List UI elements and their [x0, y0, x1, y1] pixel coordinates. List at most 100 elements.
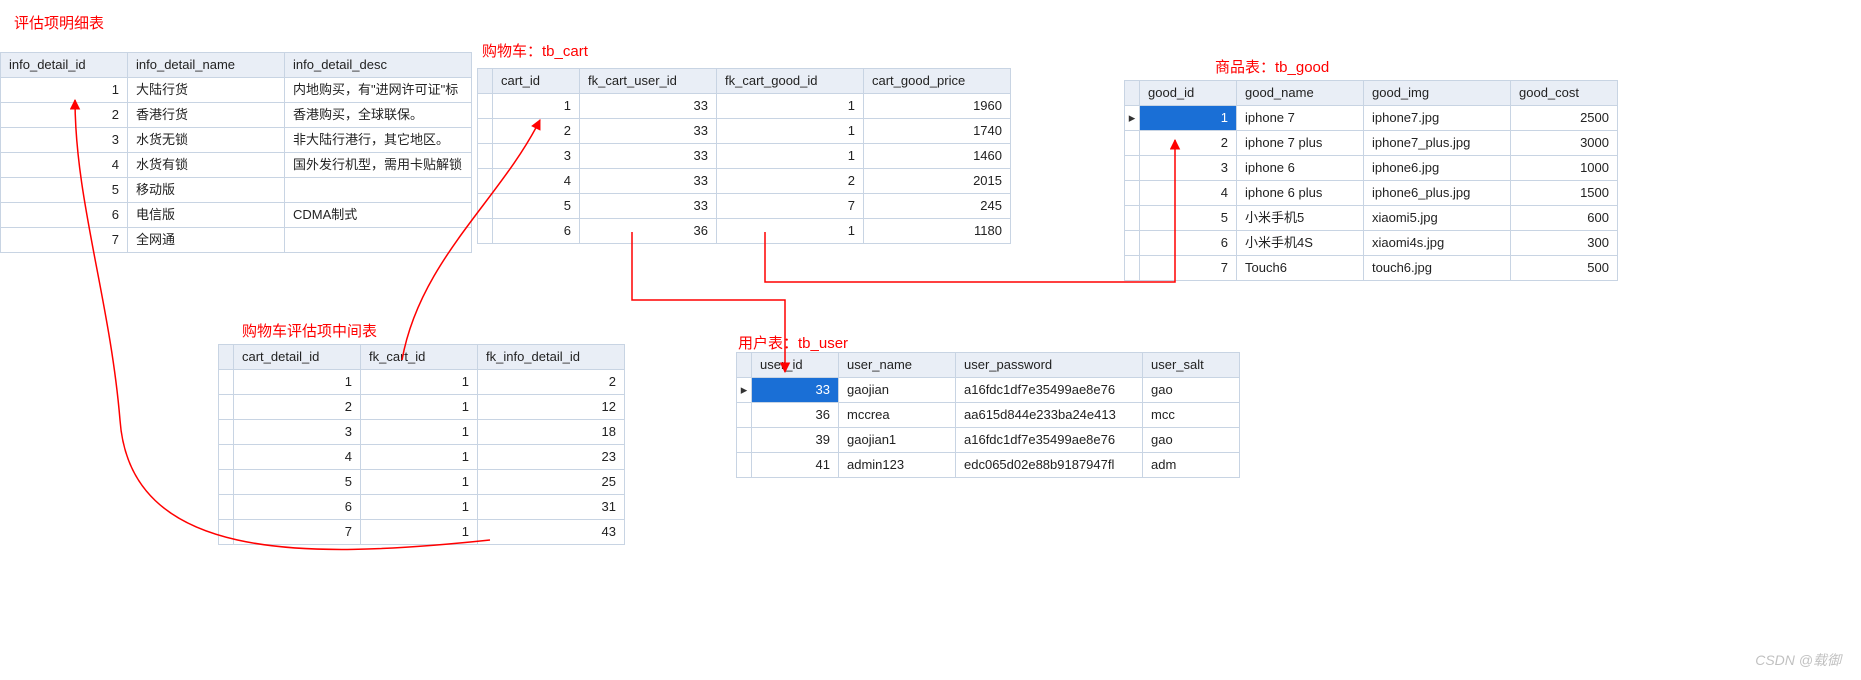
- cell[interactable]: iphone 6 plus: [1237, 181, 1364, 206]
- cell[interactable]: 香港行货: [128, 103, 285, 128]
- cell[interactable]: 5: [1, 178, 128, 203]
- cell[interactable]: 23: [478, 445, 625, 470]
- table-row[interactable]: 41admin123edc065d02e88b9187947fladm: [737, 453, 1240, 478]
- cell[interactable]: 2: [234, 395, 361, 420]
- table-info-detail[interactable]: info_detail_idinfo_detail_nameinfo_detai…: [0, 52, 472, 253]
- cell[interactable]: touch6.jpg: [1364, 256, 1511, 281]
- cell[interactable]: 小米手机4S: [1237, 231, 1364, 256]
- col-user_id[interactable]: user_id: [752, 353, 839, 378]
- cell[interactable]: xiaomi4s.jpg: [1364, 231, 1511, 256]
- cell[interactable]: 3: [493, 144, 580, 169]
- cell[interactable]: 5: [234, 470, 361, 495]
- cell[interactable]: 31: [478, 495, 625, 520]
- cell[interactable]: 1: [717, 94, 864, 119]
- cell[interactable]: 7: [234, 520, 361, 545]
- cell[interactable]: 4: [493, 169, 580, 194]
- cell[interactable]: gaojian: [839, 378, 956, 403]
- cell[interactable]: 1: [717, 119, 864, 144]
- col-info_detail_desc[interactable]: info_detail_desc: [285, 53, 472, 78]
- cell[interactable]: 1: [361, 520, 478, 545]
- cell[interactable]: 2: [478, 370, 625, 395]
- table-row[interactable]: 4水货有锁国外发行机型，需用卡贴解锁: [1, 153, 472, 178]
- cell[interactable]: 300: [1511, 231, 1618, 256]
- table-row[interactable]: ▸1iphone 7iphone7.jpg2500: [1125, 106, 1618, 131]
- cell[interactable]: 1500: [1511, 181, 1618, 206]
- cell[interactable]: 1: [361, 445, 478, 470]
- cell[interactable]: 2500: [1511, 106, 1618, 131]
- table-row[interactable]: 4iphone 6 plusiphone6_plus.jpg1500: [1125, 181, 1618, 206]
- table-row[interactable]: 2iphone 7 plusiphone7_plus.jpg3000: [1125, 131, 1618, 156]
- cell[interactable]: 1: [361, 470, 478, 495]
- cell[interactable]: gao: [1143, 428, 1240, 453]
- cell[interactable]: 电信版: [128, 203, 285, 228]
- cell[interactable]: 2: [717, 169, 864, 194]
- cell[interactable]: 4: [1140, 181, 1237, 206]
- table-row[interactable]: 23311740: [478, 119, 1011, 144]
- cell[interactable]: 18: [478, 420, 625, 445]
- table-row[interactable]: 2香港行货香港购买，全球联保。: [1, 103, 472, 128]
- col-fk_info_detail_id[interactable]: fk_info_detail_id: [478, 345, 625, 370]
- table-cart[interactable]: cart_idfk_cart_user_idfk_cart_good_idcar…: [477, 68, 1011, 244]
- table-row[interactable]: 5125: [219, 470, 625, 495]
- col-cart_id[interactable]: cart_id: [493, 69, 580, 94]
- table-row[interactable]: 33311460: [478, 144, 1011, 169]
- cell[interactable]: CDMA制式: [285, 203, 472, 228]
- table-row[interactable]: 2112: [219, 395, 625, 420]
- cell[interactable]: 12: [478, 395, 625, 420]
- cell[interactable]: 1: [234, 370, 361, 395]
- cell[interactable]: [285, 228, 472, 253]
- cell[interactable]: 1: [493, 94, 580, 119]
- cell[interactable]: 水货有锁: [128, 153, 285, 178]
- table-row[interactable]: 4123: [219, 445, 625, 470]
- col-user_password[interactable]: user_password: [956, 353, 1143, 378]
- cell[interactable]: Touch6: [1237, 256, 1364, 281]
- cell[interactable]: 7: [717, 194, 864, 219]
- cell[interactable]: 1: [717, 219, 864, 244]
- cell[interactable]: iphone7.jpg: [1364, 106, 1511, 131]
- cell[interactable]: 600: [1511, 206, 1618, 231]
- table-row[interactable]: 6131: [219, 495, 625, 520]
- table-row[interactable]: 13311960: [478, 94, 1011, 119]
- cell[interactable]: 4: [1, 153, 128, 178]
- cell[interactable]: 1: [361, 420, 478, 445]
- cell[interactable]: 6: [1140, 231, 1237, 256]
- cell[interactable]: gao: [1143, 378, 1240, 403]
- cell[interactable]: iphone 7: [1237, 106, 1364, 131]
- cell[interactable]: 1: [1140, 106, 1237, 131]
- cell[interactable]: gaojian1: [839, 428, 956, 453]
- cell[interactable]: 国外发行机型，需用卡贴解锁: [285, 153, 472, 178]
- table-row[interactable]: 5小米手机5xiaomi5.jpg600: [1125, 206, 1618, 231]
- cell[interactable]: 1: [361, 395, 478, 420]
- cell[interactable]: 36: [580, 219, 717, 244]
- col-cart_detail_id[interactable]: cart_detail_id: [234, 345, 361, 370]
- col-cart_good_price[interactable]: cart_good_price: [864, 69, 1011, 94]
- cell[interactable]: 3: [1140, 156, 1237, 181]
- cell[interactable]: 3: [234, 420, 361, 445]
- cell[interactable]: 1000: [1511, 156, 1618, 181]
- cell[interactable]: edc065d02e88b9187947fl: [956, 453, 1143, 478]
- table-user[interactable]: user_iduser_nameuser_passworduser_salt▸3…: [736, 352, 1240, 478]
- cell[interactable]: 水货无锁: [128, 128, 285, 153]
- table-row[interactable]: 7全网通: [1, 228, 472, 253]
- cell[interactable]: 245: [864, 194, 1011, 219]
- cell[interactable]: 41: [752, 453, 839, 478]
- table-row[interactable]: 39gaojian1a16fdc1df7e35499ae8e76gao: [737, 428, 1240, 453]
- cell[interactable]: a16fdc1df7e35499ae8e76: [956, 378, 1143, 403]
- cell[interactable]: 1180: [864, 219, 1011, 244]
- cell[interactable]: 全网通: [128, 228, 285, 253]
- table-good[interactable]: good_idgood_namegood_imggood_cost▸1iphon…: [1124, 80, 1618, 281]
- table-row[interactable]: 7143: [219, 520, 625, 545]
- col-info_detail_id[interactable]: info_detail_id: [1, 53, 128, 78]
- cell[interactable]: 2: [1, 103, 128, 128]
- cell[interactable]: 3: [1, 128, 128, 153]
- col-user_name[interactable]: user_name: [839, 353, 956, 378]
- table-row[interactable]: 43322015: [478, 169, 1011, 194]
- table-row[interactable]: 3iphone 6iphone6.jpg1000: [1125, 156, 1618, 181]
- cell[interactable]: a16fdc1df7e35499ae8e76: [956, 428, 1143, 453]
- table-row[interactable]: 5移动版: [1, 178, 472, 203]
- col-fk_cart_user_id[interactable]: fk_cart_user_id: [580, 69, 717, 94]
- cell[interactable]: xiaomi5.jpg: [1364, 206, 1511, 231]
- cell[interactable]: 4: [234, 445, 361, 470]
- cell[interactable]: 33: [580, 119, 717, 144]
- col-good_name[interactable]: good_name: [1237, 81, 1364, 106]
